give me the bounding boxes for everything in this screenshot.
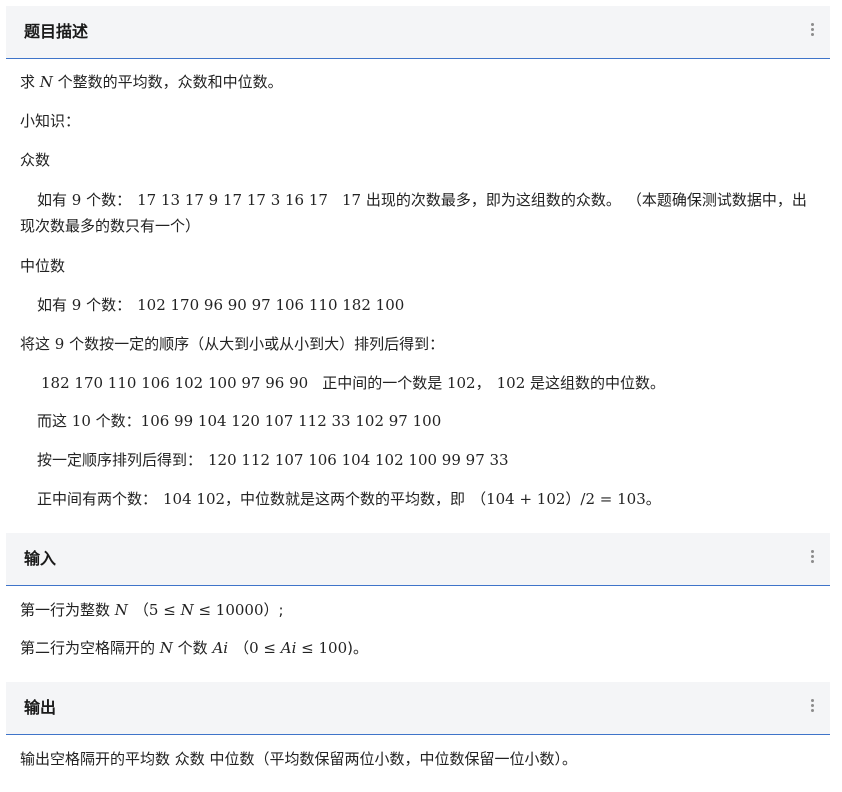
ten-line: 而这 10 个数：106 99 104 120 107 112 33 102 9… xyxy=(37,412,442,430)
mode-heading: 众数 xyxy=(20,151,51,169)
description-header: 题目描述 xyxy=(6,6,830,59)
input-title: 输入 xyxy=(24,549,57,568)
intro-line: 求 N 个整数的平均数，众数和中位数。 xyxy=(20,73,283,91)
description-title: 题目描述 xyxy=(24,22,89,41)
ten-numbers: 106 99 104 120 107 112 33 102 97 100 xyxy=(140,412,442,430)
output-header: 输出 xyxy=(6,682,830,735)
sort-line: 将这 9 个数按一定的顺序（从大到小或从小到大）排列后得到： xyxy=(20,335,445,353)
output-title: 输出 xyxy=(24,698,57,717)
average-expression: （104 + 102）/2 = 103 xyxy=(471,490,646,508)
more-options-icon[interactable] xyxy=(808,550,816,568)
mode-numbers: 17 13 17 9 17 17 3 16 17 xyxy=(137,191,328,209)
input-header: 输入 xyxy=(6,533,830,586)
more-options-icon[interactable] xyxy=(808,699,816,717)
input-line-1: 第一行为整数 N （5 ≤ N ≤ 10000）; xyxy=(20,601,284,619)
sorted-numbers: 182 170 110 106 102 100 97 96 90 xyxy=(41,374,309,392)
median-example: 如有 9 个数： 102 170 96 90 97 106 110 182 100 xyxy=(37,296,405,314)
knowledge-label: 小知识： xyxy=(20,112,81,130)
more-options-icon[interactable] xyxy=(808,23,816,41)
input-line-2: 第二行为空格隔开的 N 个数 Ai （0 ≤ Ai ≤ 100)。 xyxy=(20,639,368,657)
sorted-ten-numbers: 120 112 107 106 104 102 100 99 97 33 xyxy=(208,451,509,469)
sorted-line: 182 170 110 106 102 100 97 96 90 正中间的一个数是… xyxy=(41,374,666,392)
var-n: N xyxy=(39,73,53,91)
median-numbers: 102 170 96 90 97 106 110 182 100 xyxy=(137,296,405,314)
middle-two-line: 正中间有两个数： 104 102，中位数就是这两个数的平均数，即 （104 + 10… xyxy=(37,490,661,508)
output-line-1: 输出空格隔开的平均数 众数 中位数（平均数保留两位小数，中位数保留一位小数）。 xyxy=(20,750,578,768)
sorted-ten-line: 按一定顺序排列后得到： 120 112 107 106 104 102 100 9… xyxy=(37,451,509,469)
mode-example: 如有 9 个数： 17 13 17 9 17 17 3 16 17 17 出现的次数… xyxy=(20,191,807,235)
median-heading: 中位数 xyxy=(20,257,66,275)
